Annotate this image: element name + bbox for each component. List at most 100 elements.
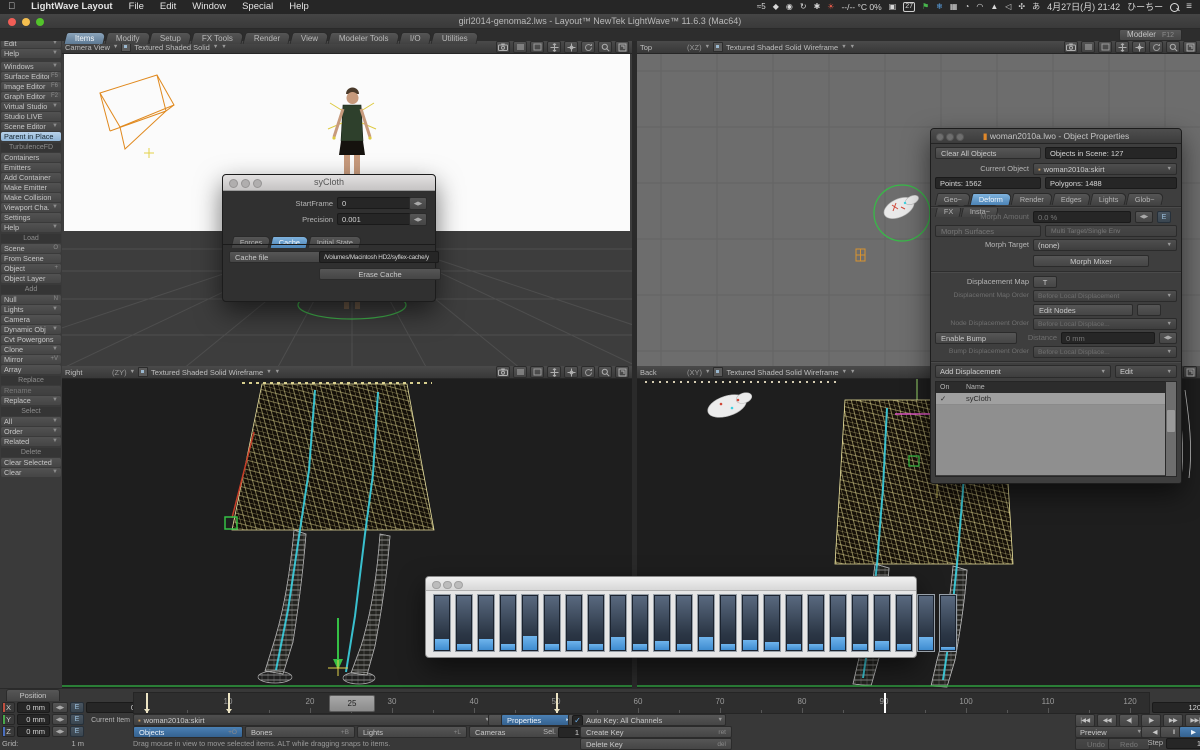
slider-strip-window[interactable] [425, 576, 917, 658]
slider-cell-6[interactable] [565, 594, 583, 652]
menu-window[interactable]: Window [184, 0, 234, 14]
wireframe-overlay-dropdown-icon[interactable]: ▼ [850, 369, 855, 375]
current-item-dropdown[interactable]: ▪woman2010a:skirt▼ [133, 714, 495, 726]
slider-cell-20[interactable] [873, 594, 891, 652]
fan-icon[interactable]: ✣ [1018, 0, 1025, 14]
object-properties-panel[interactable]: ▮ woman2010a.lwo - Object Properties Cle… [930, 128, 1182, 484]
x-envelope-button[interactable]: E [70, 702, 84, 713]
sidebar-item-virtual-studio[interactable]: Virtual Studio▼ [1, 102, 61, 111]
list-icon[interactable] [1081, 41, 1095, 53]
morph-mixer-button[interactable]: Morph Mixer [1033, 255, 1149, 267]
toolbar-tab-i-o[interactable]: I/O [399, 32, 433, 44]
select-bones-button[interactable]: Bones+B [245, 726, 355, 738]
sidebar-item-clear[interactable]: Clear▼ [1, 468, 61, 477]
delete-key-button[interactable]: Delete Keydel [580, 738, 732, 750]
close-icon[interactable] [936, 133, 944, 141]
slider-cell-2[interactable] [477, 594, 495, 652]
sidebar-item-windows[interactable]: Windows▼ [1, 62, 61, 71]
zoom-icon[interactable] [598, 366, 612, 378]
z-stepper[interactable]: ◀▶ [52, 726, 68, 737]
slider-cell-23[interactable] [939, 594, 957, 652]
current-frame-handle[interactable]: 25 [329, 695, 375, 712]
current-object-dropdown[interactable]: ▪woman2010a:skirt▼ [1033, 163, 1177, 175]
pane-icon[interactable] [530, 41, 544, 53]
properties-tab-lights[interactable]: Lights [1089, 193, 1127, 205]
slider-cell-9[interactable] [631, 594, 649, 652]
menu-file[interactable]: File [121, 0, 152, 14]
properties-tab-geo[interactable]: Geo~ [935, 193, 972, 205]
toolbar-tab-fx-tools[interactable]: FX Tools [191, 32, 245, 44]
expand-icon[interactable] [615, 366, 629, 378]
menu-special[interactable]: Special [234, 0, 281, 14]
sidebar-item-mirror[interactable]: Mirror+V [1, 355, 61, 364]
slider-cell-1[interactable] [455, 594, 473, 652]
slider-cell-0[interactable] [433, 594, 451, 652]
clear-all-objects-button[interactable]: Clear All Objects [935, 147, 1041, 159]
sidebar-item-lights[interactable]: Lights▼ [1, 305, 61, 314]
slider-cell-11[interactable] [675, 594, 693, 652]
displacement-texture-button[interactable]: T [1033, 276, 1057, 288]
rotate-icon[interactable] [1149, 41, 1163, 53]
view-type-dropdown-icon[interactable]: ▼ [705, 369, 710, 375]
slider-cell-4[interactable] [521, 594, 539, 652]
sidebar-item-graph-editor[interactable]: Graph EditorF2 [1, 92, 61, 101]
expand-icon[interactable] [1183, 41, 1197, 53]
shield-icon[interactable]: ◆ [773, 0, 779, 14]
cache-path-field[interactable]: /Volumes/Macintosh HD2/syflex-cache/y [319, 251, 439, 263]
slider-cell-21[interactable] [895, 594, 913, 652]
sidebar-item-cvt-powergons[interactable]: Cvt Powergons [1, 335, 61, 344]
sidebar-item-camera[interactable]: Camera [1, 315, 61, 324]
position-tab[interactable]: Position [6, 689, 60, 701]
flag-icon[interactable]: ⚑ [922, 0, 929, 14]
user-menu[interactable]: ひーちー [1127, 0, 1163, 14]
toolbar-tab-modify[interactable]: Modify [104, 32, 151, 44]
properties-button[interactable]: Properties▸ [501, 714, 575, 726]
sidebar-item-surface-editor[interactable]: Surface EditorF5 [1, 72, 61, 81]
properties-tab-deform[interactable]: Deform [970, 193, 1013, 205]
photos-icon[interactable]: ▣ [889, 0, 897, 14]
zoom-icon[interactable] [1166, 41, 1180, 53]
sidebar-item-studio-live[interactable]: Studio LIVE [1, 112, 61, 121]
zoom-icon[interactable] [598, 41, 612, 53]
slider-cell-3[interactable] [499, 594, 517, 652]
y-value-field[interactable]: 0 mm [17, 714, 50, 725]
play-button[interactable]: ▶ [1179, 726, 1200, 738]
sidebar-item-clear-selected[interactable]: Clear Selected [1, 458, 61, 467]
sidebar-item-clone[interactable]: Clone▼ [1, 345, 61, 354]
move-icon[interactable] [1115, 41, 1129, 53]
z-axis-button[interactable]: Z [2, 726, 15, 737]
precision-field[interactable]: 0.001 [337, 213, 415, 225]
sidebar-item-all[interactable]: All▼ [1, 417, 61, 426]
move-icon[interactable] [547, 366, 561, 378]
displacement-list[interactable]: On Name ✓ syCloth [935, 381, 1169, 477]
pan-icon[interactable] [1132, 41, 1146, 53]
nodes-enable-checkbox[interactable] [1137, 304, 1161, 316]
sun-icon[interactable]: ☀ [827, 0, 834, 14]
startframe-stepper[interactable]: ◀▶ [409, 197, 427, 210]
sidebar-item-image-editor[interactable]: Image EditorF6 [1, 82, 61, 91]
sycloth-titlebar[interactable]: syCloth [223, 175, 435, 191]
y-axis-button[interactable]: Y [2, 714, 15, 725]
modeler-button[interactable]: ModelerF12 [1119, 29, 1182, 41]
select-objects-button[interactable]: Objects+O [133, 726, 243, 738]
sycloth-dialog[interactable]: syCloth StartFrame 0 ◀▶ Precision 0.001 … [222, 174, 436, 302]
slider-cell-18[interactable] [829, 594, 847, 652]
notification-center-icon[interactable]: ≡ [1186, 0, 1192, 14]
playhead-marker[interactable] [884, 693, 886, 713]
globe-icon[interactable]: ◉ [786, 0, 793, 14]
add-displacement-dropdown[interactable]: Add Displacement▼ [935, 365, 1111, 378]
sync-icon[interactable]: ↻ [800, 0, 807, 14]
slider-cell-12[interactable] [697, 594, 715, 652]
slider-cell-16[interactable] [785, 594, 803, 652]
properties-tab-edges[interactable]: Edges [1052, 193, 1091, 205]
sycloth-tab-cache[interactable]: Cache [270, 236, 310, 248]
sidebar-item-make-emitter[interactable]: Make Emitter [1, 183, 61, 192]
camera-icon[interactable] [496, 41, 510, 53]
sidebar-item-containers[interactable]: Containers [1, 153, 61, 162]
x-value-field[interactable]: 0 mm [17, 702, 50, 713]
slider-cell-10[interactable] [653, 594, 671, 652]
calendar-icon[interactable]: 27 [903, 2, 915, 12]
slider-cell-15[interactable] [763, 594, 781, 652]
list-icon[interactable] [513, 366, 527, 378]
camera-icon[interactable] [1064, 41, 1078, 53]
